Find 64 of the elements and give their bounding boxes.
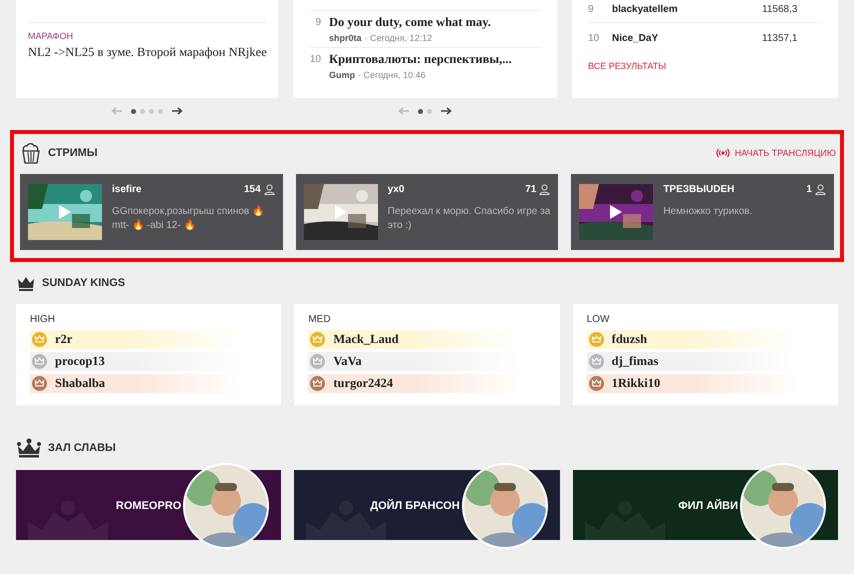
pager-dot[interactable]	[427, 108, 432, 114]
pager-dot[interactable]	[140, 108, 145, 114]
category-tag[interactable]: МАРАФОН	[28, 31, 266, 41]
topic-title[interactable]: Криптовалюты: перспективы,...	[329, 52, 512, 67]
medal-icon	[310, 354, 326, 369]
stakes-label: MED	[308, 314, 332, 325]
player-banner[interactable]: ФИЛ АЙВИ	[572, 463, 838, 549]
score: 11357,1	[762, 32, 798, 44]
stream-description: GGпокерок,розыгрыш спинов 🔥 mtt- 🔥 -abi 12- 🔥	[112, 205, 266, 233]
person-icon	[814, 184, 826, 195]
stream-card[interactable]: yx0 71 Переехал к морю. Спасибо игре за это :)	[296, 174, 558, 250]
medal-icon	[588, 354, 604, 369]
post-time: · Сегодня, 10:46	[358, 70, 426, 80]
author-name[interactable]: Gump	[329, 70, 355, 80]
play-icon[interactable]	[609, 204, 624, 220]
stakes-label: LOW	[586, 314, 610, 325]
stakes-label: HIGH	[30, 314, 56, 325]
pager-dot[interactable]	[158, 108, 163, 114]
section-title: СТРИМЫ	[48, 147, 98, 159]
score: 11568,3	[762, 4, 798, 14]
medal-icon	[32, 332, 47, 347]
streamer-name[interactable]: isefire	[112, 184, 241, 195]
topic-title[interactable]: Do your duty, come what may.	[329, 15, 491, 30]
stream-description: Немножко туриков.	[663, 205, 754, 219]
player-name[interactable]: Nice_DaY	[612, 32, 762, 44]
popcorn-icon	[20, 142, 42, 164]
player-name[interactable]: blackyatellem	[612, 4, 762, 14]
rank-number: 9	[314, 16, 321, 30]
medal-icon	[310, 376, 326, 391]
arrow-left-icon[interactable]	[398, 107, 410, 115]
medal-icon	[310, 332, 326, 347]
section-title: ЗАЛ СЛАВЫ	[48, 442, 116, 454]
viewer-count: 1	[806, 184, 812, 195]
arrow-right-icon[interactable]	[171, 107, 183, 115]
pager-dot[interactable]	[149, 108, 154, 114]
player-banner[interactable]: ROMEOPRO	[16, 463, 282, 549]
pager-dot[interactable]	[418, 108, 423, 114]
news-title[interactable]: NL2 ->NL25 в зуме. Второй марафон NRjkee	[28, 45, 266, 60]
stream-card[interactable]: ТРЕЗВЫUDEH 1 Немножко туриков.	[571, 174, 834, 250]
viewer-count: 71	[525, 184, 536, 195]
medal-icon	[32, 354, 47, 369]
rank-number: 10	[588, 32, 600, 44]
stream-card[interactable]: isefire 154 GGпокерок,розыгрыш спинов 🔥 mtt- 🔥 -abi 12- 🔥	[20, 174, 283, 250]
rank-number: 9	[588, 4, 595, 14]
stream-description: Переехал к морю. Спасибо игре за это :)	[388, 205, 550, 233]
rank-number: 10	[309, 53, 321, 67]
streamer-name[interactable]: ТРЕЗВЫUDEH	[663, 184, 804, 195]
person-icon	[539, 184, 550, 195]
medal-icon	[32, 376, 47, 391]
broadcast-icon	[716, 148, 730, 158]
post-time: · Сегодня, 12:12	[364, 33, 432, 43]
viewer-count: 154	[244, 184, 261, 195]
player-banner[interactable]: ДОЙЛ БРАНСОН	[294, 463, 560, 549]
start-stream-link[interactable]: НАЧАТЬ ТРАНСЛЯЦИЮ	[716, 148, 836, 158]
section-title: SUNDAY KINGS	[42, 277, 126, 289]
author-name[interactable]: shpr0ta	[329, 33, 362, 43]
pager-dot[interactable]	[131, 108, 136, 114]
person-icon	[264, 184, 275, 195]
arrow-right-icon[interactable]	[440, 107, 452, 115]
all-results-link[interactable]: ВСЕ РЕЗУЛЬТАТЫ	[588, 61, 822, 71]
arrow-left-icon[interactable]	[111, 107, 123, 115]
medal-icon	[588, 332, 604, 347]
medal-icon	[588, 376, 604, 391]
streamer-name[interactable]: yx0	[388, 184, 522, 195]
